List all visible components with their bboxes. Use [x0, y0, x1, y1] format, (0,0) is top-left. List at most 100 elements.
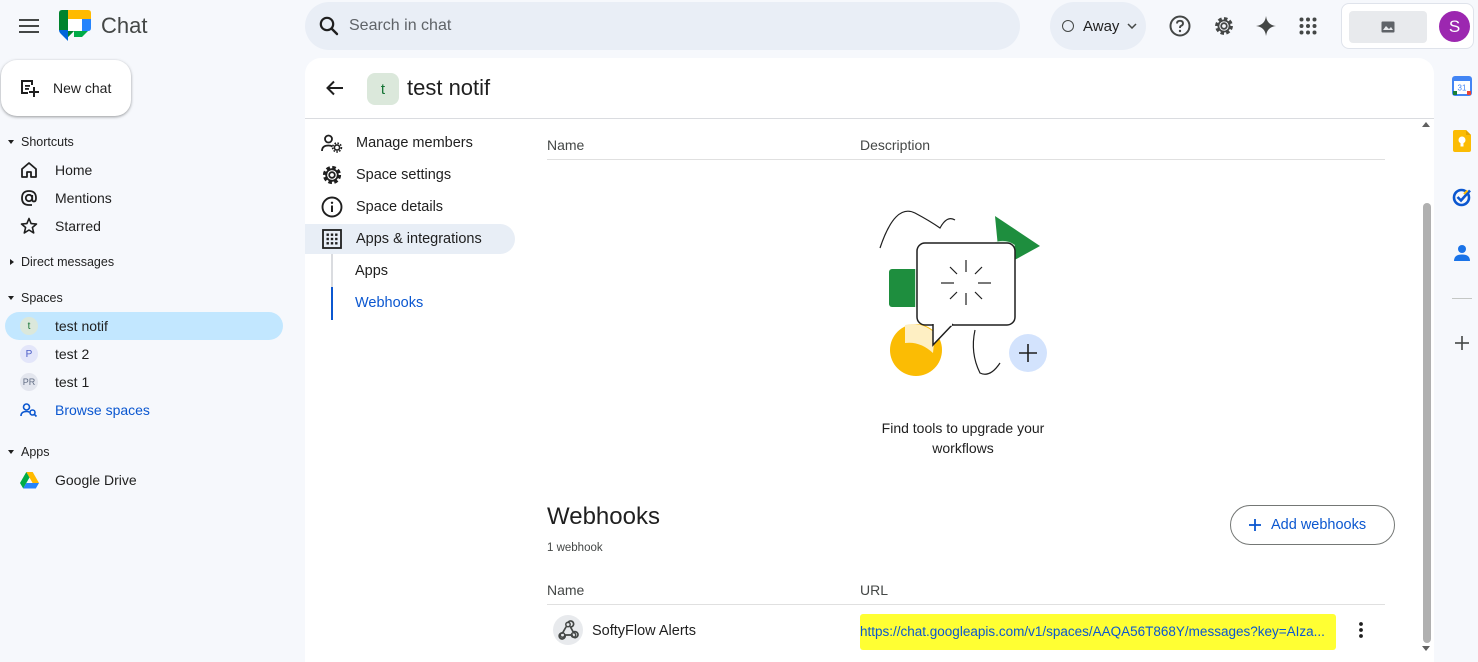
space-title: test notif	[407, 75, 491, 100]
search-bar[interactable]	[305, 2, 1020, 50]
nav-label: Browse spaces	[55, 402, 150, 418]
webhook-url[interactable]: https://chat.googleapis.com/v1/spaces/AA…	[860, 624, 1334, 639]
status-away-icon	[1062, 20, 1074, 32]
shortcut-home[interactable]: Home	[5, 156, 283, 184]
add-webhooks-label: Add webhooks	[1271, 517, 1367, 533]
apps-grid-icon	[1299, 17, 1317, 35]
side-app-contacts[interactable]	[1449, 240, 1475, 266]
apps-grid-icon	[322, 229, 342, 249]
settings-nav-apps-integrations[interactable]: Apps & integrations	[305, 224, 515, 254]
nav-label: test 1	[55, 374, 90, 390]
sub-nav-active-indicator	[331, 287, 333, 320]
search-icon	[319, 16, 339, 36]
help-button[interactable]	[1165, 11, 1195, 41]
webhooks-table-divider	[547, 604, 1385, 605]
svg-text:31: 31	[1458, 84, 1467, 93]
settings-nav-label: Space settings	[356, 167, 452, 183]
star-icon	[20, 217, 38, 234]
settings-nav-label: Apps & integrations	[356, 231, 482, 247]
nav-label: Home	[55, 162, 93, 178]
spaces-section-toggle[interactable]: Spaces	[8, 291, 63, 305]
settings-nav-space-settings[interactable]: Space settings	[305, 160, 515, 190]
new-chat-button[interactable]: New chat	[1, 60, 131, 116]
organization-logo[interactable]	[1349, 11, 1427, 43]
account-area[interactable]: S	[1341, 3, 1474, 49]
side-panel-divider	[1452, 298, 1472, 299]
browse-spaces-link[interactable]: Browse spaces	[5, 396, 283, 424]
nav-label: Mentions	[55, 190, 112, 206]
shortcuts-section-toggle[interactable]: Shortcuts	[8, 135, 74, 149]
google-chat-logo	[59, 10, 91, 41]
section-label: Direct messages	[21, 255, 115, 269]
empty-apps-illustration	[879, 210, 1047, 376]
side-app-keep[interactable]	[1449, 128, 1475, 154]
section-label: Spaces	[21, 291, 63, 305]
google-apps-button[interactable]	[1293, 11, 1323, 41]
shortcut-mentions[interactable]: Mentions	[5, 184, 283, 212]
gemini-button[interactable]	[1251, 11, 1281, 41]
app-item-google-drive[interactable]: Google Drive	[5, 466, 283, 494]
side-app-add-button[interactable]	[1449, 330, 1475, 356]
home-icon	[21, 162, 37, 178]
scroll-up-arrow[interactable]	[1422, 122, 1430, 127]
search-input[interactable]	[349, 17, 989, 35]
new-chat-icon	[21, 80, 39, 97]
main-menu-button[interactable]	[13, 10, 45, 42]
sub-nav-apps[interactable]: Apps	[355, 263, 388, 279]
tasks-icon	[1452, 188, 1471, 207]
add-webhooks-button[interactable]: Add webhooks	[1230, 505, 1395, 545]
settings-nav-label: Manage members	[356, 135, 473, 151]
apps-section-toggle[interactable]: Apps	[8, 445, 50, 459]
webhook-name: SoftyFlow Alerts	[592, 623, 696, 639]
apps-col-name: Name	[547, 137, 585, 153]
arrow-back-icon	[326, 80, 343, 96]
gear-icon	[1215, 17, 1233, 35]
space-item-test-notif[interactable]: t test notif	[5, 312, 283, 340]
scroll-down-arrow[interactable]	[1422, 646, 1430, 651]
keep-icon	[1453, 130, 1471, 152]
hamburger-menu-icon	[19, 19, 39, 33]
nav-label: Google Drive	[55, 472, 137, 488]
sub-nav-webhooks[interactable]: Webhooks	[355, 295, 423, 311]
direct-messages-section-toggle[interactable]: Direct messages	[8, 255, 114, 269]
space-settings-panel: t test notif Manage members Space settin…	[305, 58, 1434, 662]
webhook-count: 1 webhook	[547, 542, 603, 554]
account-avatar[interactable]: S	[1439, 11, 1470, 42]
status-label: Away	[1083, 17, 1120, 35]
space-item-test-2[interactable]: P test 2	[5, 340, 283, 368]
google-drive-icon	[19, 471, 39, 488]
browse-spaces-icon	[20, 403, 38, 418]
plus-icon	[1249, 519, 1261, 531]
space-item-test-1[interactable]: PR test 1	[5, 368, 283, 396]
scroll-thumb[interactable]	[1423, 203, 1431, 643]
settings-nav-space-details[interactable]: Space details	[305, 192, 515, 222]
caret-right-icon	[10, 259, 14, 265]
space-avatar: P	[20, 345, 38, 363]
section-label: Shortcuts	[21, 135, 74, 149]
shortcut-starred[interactable]: Starred	[5, 212, 283, 240]
side-app-calendar[interactable]: 31	[1449, 73, 1475, 99]
settings-button[interactable]	[1209, 11, 1239, 41]
nav-label: test 2	[55, 346, 90, 362]
status-dropdown[interactable]: Away	[1050, 2, 1146, 50]
header-divider	[305, 118, 1434, 119]
caret-down-icon	[8, 140, 14, 144]
settings-nav-manage-members[interactable]: Manage members	[305, 128, 515, 158]
webhooks-col-url: URL	[860, 582, 889, 598]
calendar-icon: 31	[1452, 76, 1472, 96]
webhook-avatar	[553, 615, 583, 645]
nav-label: test notif	[55, 318, 108, 334]
webhook-icon	[558, 620, 579, 640]
settings-nav-label: Space details	[356, 199, 444, 215]
empty-apps-message: Find tools to upgrade your workflows	[881, 420, 1045, 456]
space-avatar: t	[20, 317, 38, 335]
side-app-tasks[interactable]	[1449, 184, 1475, 210]
scrollbar[interactable]	[1419, 120, 1433, 662]
caret-down-icon	[8, 296, 14, 300]
sparkle-icon	[1256, 16, 1276, 36]
back-button[interactable]	[321, 74, 349, 102]
webhook-more-button[interactable]	[1349, 618, 1373, 642]
space-header-avatar: t	[367, 73, 399, 105]
space-avatar: PR	[20, 373, 38, 391]
new-chat-label: New chat	[53, 80, 112, 96]
